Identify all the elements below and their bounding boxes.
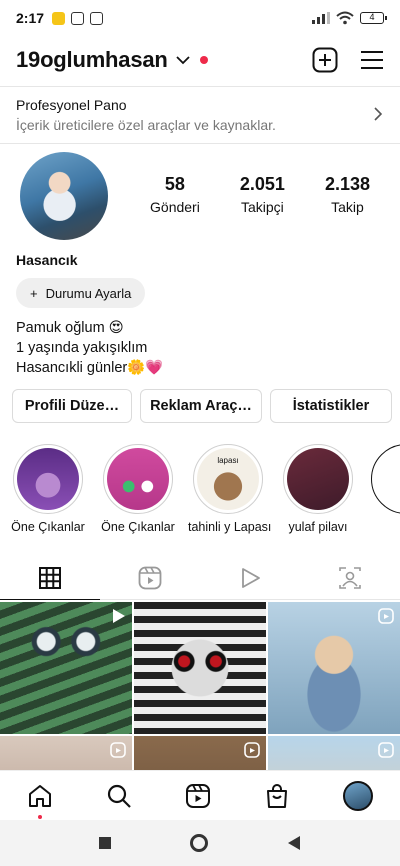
post-thumbnail[interactable]	[268, 602, 400, 734]
highlight-item[interactable]: Öne Çıkanlar	[98, 444, 178, 534]
highlight-cover	[17, 448, 79, 510]
wifi-icon	[336, 11, 354, 25]
tab-tagged[interactable]	[300, 556, 400, 599]
status-bar: 2:17 4	[0, 0, 400, 36]
system-navigation-bar	[0, 820, 400, 866]
stat-label: Takip	[331, 199, 364, 215]
edit-profile-button[interactable]: Profili Düze…	[12, 389, 132, 423]
post-thumbnail[interactable]	[0, 736, 132, 770]
plus-icon: +	[375, 448, 400, 510]
home-notification-dot	[38, 815, 42, 819]
highlight-cover: lapası	[197, 448, 259, 510]
bio-line: 1 yaşında yakışıklım	[16, 340, 148, 356]
tagged-icon	[339, 566, 361, 589]
highlight-label: Öne Çıkanlar	[11, 520, 85, 534]
highlight-ring	[283, 444, 353, 514]
clock: 2:17	[16, 10, 45, 26]
highlight-item[interactable]: yulaf pilavı	[278, 444, 358, 534]
post-thumbnail[interactable]	[134, 736, 266, 770]
highlight-cover	[287, 448, 349, 510]
post-thumbnail[interactable]	[268, 736, 400, 770]
pro-panel-subtitle: İçerik üreticilere özel araçlar ve kayna…	[16, 117, 276, 133]
pro-panel-title: Profesyonel Pano	[16, 97, 127, 113]
chevron-right-icon	[374, 107, 382, 121]
avatar[interactable]	[20, 152, 108, 240]
set-status-label: Durumu Ayarla	[45, 285, 132, 301]
notification-app-icon	[52, 11, 66, 25]
reel-indicator-icon	[244, 742, 260, 758]
highlight-cover-text: lapası	[217, 456, 239, 465]
instagram-notification-icon	[71, 11, 85, 25]
search-icon[interactable]	[106, 783, 132, 809]
posts-stat[interactable]: 58 Gönderi	[150, 174, 200, 215]
bio-line: Hasancıkli günler🌼💗	[16, 360, 164, 376]
followers-stat[interactable]: 2.051 Takipçi	[240, 174, 285, 215]
highlight-ring	[13, 444, 83, 514]
menu-icon[interactable]	[360, 50, 384, 70]
stat-label: Takipçi	[240, 199, 284, 215]
tab-videos[interactable]	[200, 556, 300, 599]
notification-dot	[199, 56, 208, 64]
reel-indicator-icon	[378, 742, 394, 758]
ad-tools-button[interactable]: Reklam Araç…	[140, 389, 262, 423]
recents-icon[interactable]	[99, 837, 112, 849]
plus-icon: +	[30, 285, 38, 301]
professional-dashboard[interactable]: Profesyonel Pano İçerik üreticilere özel…	[0, 86, 400, 144]
tab-posts-grid[interactable]	[0, 556, 100, 600]
highlight-cover	[107, 448, 169, 510]
reel-indicator-icon	[378, 608, 394, 624]
back-icon[interactable]	[287, 835, 301, 851]
battery-icon: 4	[360, 12, 387, 24]
reels-icon	[138, 566, 162, 589]
profile-avatar-tab[interactable]	[343, 780, 374, 811]
instagram-notification-icon-2	[90, 11, 104, 25]
reel-indicator-icon	[110, 742, 126, 758]
profile-content-tabs	[0, 556, 400, 600]
new-highlight-item[interactable]: + Y	[366, 444, 400, 534]
home-icon[interactable]	[27, 783, 53, 809]
signal-icon	[312, 12, 330, 24]
chevron-down-icon[interactable]	[176, 55, 190, 65]
highlight-label: tahinli y Lapası	[188, 520, 272, 534]
new-highlight-ring: +	[371, 444, 400, 514]
username[interactable]: 19oglumhasan	[16, 47, 168, 73]
grid-icon	[39, 566, 61, 589]
stat-value: 2.138	[324, 174, 370, 194]
posts-grid	[0, 602, 400, 770]
highlight-label: Y	[366, 520, 400, 534]
bio-line: Pamuk oğlum 😍	[16, 320, 124, 336]
play-icon	[242, 567, 260, 588]
highlight-item[interactable]: Öne Çıkanlar	[8, 444, 88, 534]
highlight-label: Öne Çıkanlar	[101, 520, 175, 534]
profile-stats: 58 Gönderi 2.051 Takipçi 2.138 Takip	[130, 174, 390, 215]
stat-value: 2.051	[239, 174, 285, 194]
home-button-icon[interactable]	[189, 834, 208, 852]
profile-header: 19oglumhasan	[0, 38, 400, 82]
highlight-ring	[103, 444, 173, 514]
set-status-button[interactable]: + Durumu Ayarla	[16, 278, 146, 308]
post-thumbnail[interactable]	[134, 602, 266, 734]
stat-label: Gönderi	[150, 199, 200, 215]
create-post-icon[interactable]	[312, 47, 338, 73]
highlight-ring: lapası	[193, 444, 263, 514]
insights-button[interactable]: İstatistikler	[270, 389, 392, 423]
reels-icon[interactable]	[185, 783, 211, 809]
following-stat[interactable]: 2.138 Takip	[325, 174, 370, 215]
stat-value: 58	[164, 174, 185, 194]
profile-bio: Pamuk oğlum 😍 1 yaşında yakışıklım Hasan…	[16, 318, 163, 378]
story-highlights: Öne Çıkanlar Öne Çıkanlar lapası tahinli…	[0, 444, 400, 544]
bottom-navigation	[0, 770, 400, 820]
profile-actions: Profili Düze… Reklam Araç… İstatistikler	[12, 389, 392, 423]
tab-reels[interactable]	[100, 556, 200, 599]
post-thumbnail[interactable]	[0, 602, 132, 734]
highlight-item[interactable]: lapası tahinli y Lapası	[188, 444, 272, 534]
shop-icon[interactable]	[264, 783, 290, 809]
reel-indicator-icon	[113, 609, 125, 623]
highlight-label: yulaf pilavı	[288, 520, 348, 534]
profile-name: Hasancık	[16, 252, 78, 268]
